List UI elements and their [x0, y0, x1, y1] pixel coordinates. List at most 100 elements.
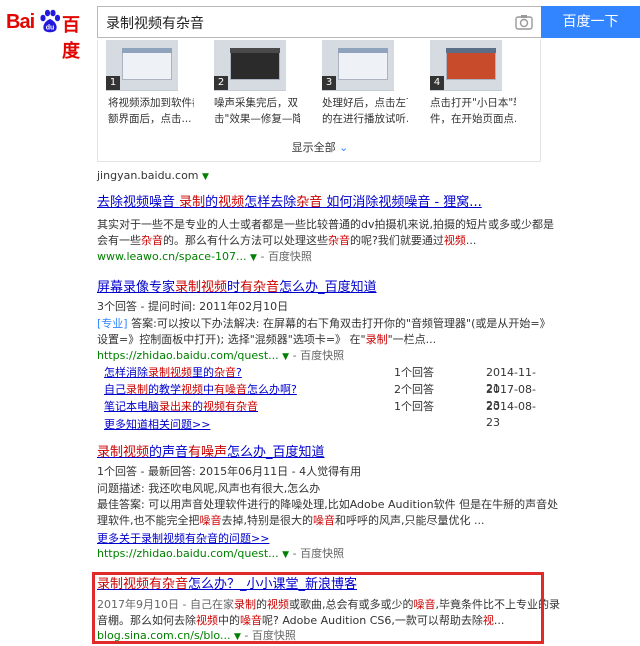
result-meta-3: 1个回答 - 最新回答: 2015年06月11日 - 4人觉得有用: [97, 465, 362, 478]
result-title-link[interactable]: 屏幕录像专家录制视频时有杂音怎么办_百度知道: [97, 280, 377, 295]
steps-source-url[interactable]: jingyan.baidu.com ▼: [97, 168, 209, 185]
step-text-1[interactable]: 将视频添加到软件都 额界面后，点击...: [108, 95, 194, 127]
step-text-2[interactable]: 噪声采集完后，双 击"效果—修复—降噪...: [214, 95, 300, 127]
snippet-highlight: 视频: [443, 234, 466, 247]
snapshot-link[interactable]: 百度快照: [300, 547, 344, 560]
list-item: 怎样消除录制视频里的杂音? 1个回答 2014-11-21: [104, 365, 544, 395]
search-query-text: 录制视频有杂音: [106, 16, 204, 32]
dropdown-arrow-icon[interactable]: ▼: [202, 172, 209, 182]
title-part-highlight: 录制视频: [175, 280, 228, 295]
title-part: 屏幕录像专家: [97, 280, 176, 295]
search-button[interactable]: 百度一下: [541, 6, 640, 38]
result-desc-3: 问题描述: 我还吹电风呢,风声也有很大,怎么办: [97, 482, 321, 495]
related-question-link[interactable]: 怎样消除录制视频里的杂音?: [104, 365, 242, 381]
step-thumbnail-3[interactable]: 3: [322, 40, 394, 91]
step-number: 4: [430, 76, 444, 90]
step-text-line: 击"效果—修复—降噪...: [214, 113, 300, 125]
result-snippet-3a: 最佳答案: 可以用声音处理软件进行的降噪处理,比如Adobe Audition软…: [97, 498, 559, 511]
title-part: 去除视频噪音: [97, 195, 180, 210]
step-text-3[interactable]: 处理好后，点击左下角 的在进行播放试听...: [322, 95, 408, 127]
step-number: 3: [322, 76, 336, 90]
thumb-bar: [122, 48, 172, 53]
dropdown-arrow-icon[interactable]: ▼: [250, 253, 257, 263]
q-part: 自己: [104, 383, 126, 396]
result-title-3[interactable]: 录制视频的声音有噪声怎么办_百度知道: [97, 445, 325, 461]
result-title-link[interactable]: 录制视频的声音有噪声怎么办_百度知道: [97, 445, 325, 460]
title-part: 如何消除视频噪音 - 狸窝...: [322, 195, 482, 210]
snippet-text: 会有一些: [97, 234, 141, 247]
snippet-text: 的。那么有什么方法可以处理这些: [163, 234, 328, 247]
snippet-text: 答案:可以按以下办法解决: 在屏幕的右下角双击打开你的"音频管理器"(或是从开始…: [127, 317, 551, 330]
step-text-line: 将视频添加到软件都: [108, 97, 194, 109]
dropdown-arrow-icon[interactable]: ▼: [282, 352, 289, 362]
q-part-highlight: 有噪音: [214, 383, 247, 396]
result-title-1[interactable]: 去除视频噪音 录制的视频怎样去除杂音 如何消除视频噪音 - 狸窝...: [97, 195, 482, 211]
step-thumbnail-1[interactable]: 1: [106, 40, 178, 91]
title-part-highlight: 录制视频: [97, 445, 150, 460]
step-thumbnail-2[interactable]: 2: [214, 40, 286, 91]
title-part: 怎么办_百度知道: [227, 445, 325, 460]
title-part: 怎么办_百度知道: [279, 280, 377, 295]
snippet-highlight: 杂音: [141, 234, 163, 247]
q-part: 的教学: [148, 383, 181, 396]
title-part-highlight: 有噪声: [188, 445, 228, 460]
snippet-highlight: 噪音: [313, 514, 335, 527]
q-part: 怎么办啊?: [247, 383, 297, 396]
q-part-highlight: 杂音: [214, 366, 236, 379]
snippet-text: 其实对于一些不是专业的人士或者都是一些比较普通的dv拍摄机来说,拍摄的短片或多或…: [97, 218, 554, 231]
snippet-text: 理软件,也不能完全把: [97, 514, 200, 527]
snapshot-link[interactable]: 百度快照: [268, 250, 312, 263]
q-part: 中: [203, 383, 214, 396]
title-part-highlight: 录制: [179, 195, 206, 210]
step-text-line: 的在进行播放试听...: [322, 113, 408, 125]
professional-tag: [专业]: [97, 317, 128, 330]
answer-count: 1个回答: [394, 366, 434, 379]
snippet-highlight: 录制: [365, 333, 388, 346]
q-part-highlight: 视频: [181, 383, 203, 396]
steps-card: 1 2 3 4 将视频添加到软件都 额界面后，点击... 噪声采集完后，双 击"…: [97, 40, 541, 162]
baidu-logo[interactable]: Bai du 百度: [6, 6, 90, 62]
dropdown-arrow-icon[interactable]: ▼: [282, 550, 289, 560]
camera-icon[interactable]: [515, 14, 533, 30]
thumb-bar: [446, 48, 496, 53]
q-part: 笔记本电脑: [104, 400, 159, 413]
result-snippet-2a: [专业] 答案:可以按以下办法解决: 在屏幕的右下角双击打开你的"音频管理器"(…: [97, 316, 551, 332]
show-all-button[interactable]: 显示全部 ⌄: [98, 139, 542, 155]
related-question-link[interactable]: 自己录制的教学视频中有噪音怎么办啊?: [104, 382, 297, 398]
logo-text-bai: Bai: [6, 11, 35, 33]
q-part: 里的: [192, 366, 214, 379]
step-text-line: 件，在开始页面点...: [430, 113, 516, 125]
q-part: 怎样消除: [104, 366, 148, 379]
result-url[interactable]: https://zhidao.baidu.com/quest...: [97, 349, 279, 362]
result-url[interactable]: https://zhidao.baidu.com/quest...: [97, 547, 279, 560]
title-part-highlight: 视频: [218, 195, 245, 210]
result-title-2[interactable]: 屏幕录像专家录制视频时有杂音怎么办_百度知道: [97, 280, 377, 296]
search-input[interactable]: 录制视频有杂音: [97, 6, 541, 38]
result-url[interactable]: www.leawo.cn/space-107...: [97, 250, 247, 263]
list-item: 自己录制的教学视频中有噪音怎么办啊? 2个回答 2017-08-23: [104, 382, 544, 412]
source-url-text: jingyan.baidu.com: [97, 169, 199, 182]
thumb-bar: [230, 48, 280, 53]
result-title-link[interactable]: 去除视频噪音 录制的视频怎样去除杂音 如何消除视频噪音 - 狸窝...: [97, 195, 482, 210]
step-thumbnail-4[interactable]: 4: [430, 40, 502, 91]
result-url-row-3: https://zhidao.baidu.com/quest... ▼ - 百度…: [97, 547, 345, 560]
result-url-row-2: https://zhidao.baidu.com/quest... ▼ - 百度…: [97, 349, 345, 362]
step-text-line: 点击打开"小日本"软: [430, 97, 516, 109]
result-meta-2: 3个回答 - 提问时间: 2011年02月10日: [97, 300, 289, 313]
step-text-4[interactable]: 点击打开"小日本"软 件，在开始页面点...: [430, 95, 516, 127]
step-number: 2: [214, 76, 228, 90]
q-part-highlight: 录制: [126, 383, 148, 396]
snippet-text: "一栏点...: [387, 333, 437, 346]
q-part-highlight: 录出来: [159, 400, 192, 413]
snapshot-link[interactable]: 百度快照: [300, 349, 344, 362]
title-part: 时: [227, 280, 241, 295]
result-snippet-3b: 理软件,也不能完全把噪音去掉,特别是很大的噪音和呼呼的风声,只能尽量优化 ...: [97, 513, 484, 529]
snippet-text: ...: [465, 234, 477, 247]
related-question-link[interactable]: 笔记本电脑录出来的视频有杂音: [104, 399, 258, 415]
result-url-row-1: www.leawo.cn/space-107... ▼ - 百度快照: [97, 250, 312, 263]
step-text-line: 噪声采集完后，双: [214, 97, 298, 109]
svg-text:du: du: [46, 25, 55, 32]
more-questions-link[interactable]: 更多关于录制视频有杂音的问题>>: [97, 530, 269, 546]
more-related-link[interactable]: 更多知道相关问题>>: [104, 416, 210, 432]
snippet-text: 和呼呼的风声,只能尽量优化 ...: [335, 514, 485, 527]
